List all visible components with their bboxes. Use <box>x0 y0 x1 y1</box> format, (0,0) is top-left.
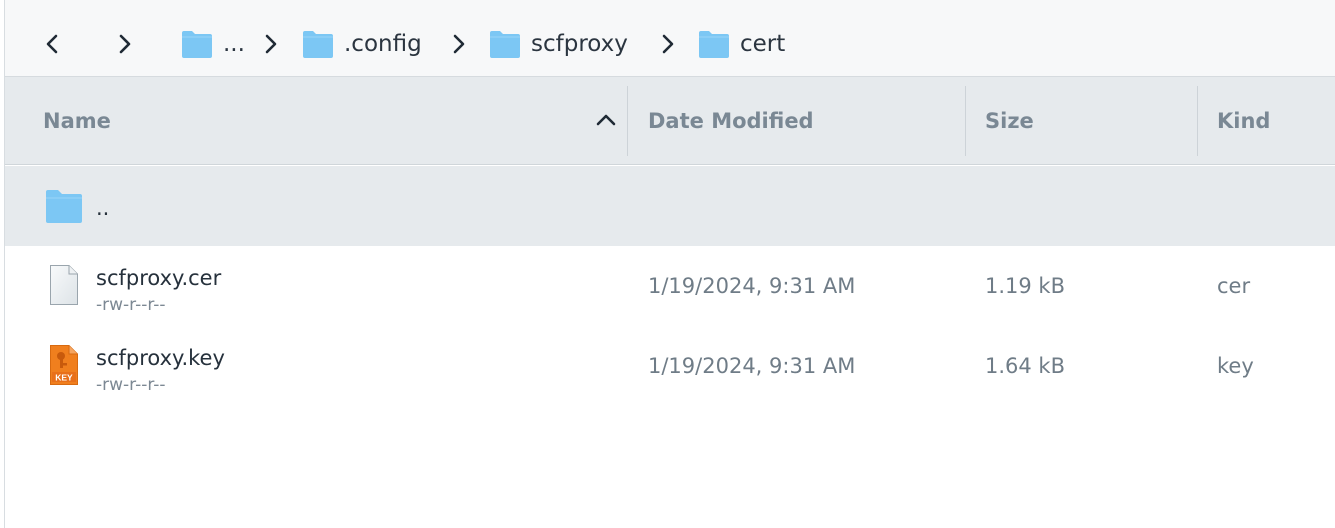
chevron-right-icon <box>662 34 674 54</box>
file-date-modified: 1/19/2024, 9:31 AM <box>648 274 856 298</box>
file-name: .. <box>96 196 110 220</box>
breadcrumb-item-config[interactable]: .config <box>302 26 422 62</box>
folder-icon <box>303 31 333 58</box>
file-name: scfproxy.cer <box>96 266 222 290</box>
column-header: Name Date Modified Size Kind <box>5 77 1335 165</box>
back-button[interactable] <box>34 26 70 62</box>
column-header-label: Date Modified <box>648 109 814 133</box>
folder-icon <box>182 31 212 58</box>
column-header-date-modified[interactable]: Date Modified <box>648 77 958 165</box>
file-kind: key <box>1217 354 1254 378</box>
file-size: 1.64 kB <box>985 354 1066 378</box>
breadcrumb-label: ... <box>223 31 245 57</box>
list-item-parent-directory[interactable]: .. <box>5 166 1335 246</box>
breadcrumb-item-cert[interactable]: cert <box>698 26 785 62</box>
chevron-right-icon <box>265 34 277 54</box>
file-date-modified: 1/19/2024, 9:31 AM <box>648 354 856 378</box>
column-header-label: Kind <box>1217 109 1271 133</box>
file-permissions: -rw-r--r-- <box>96 295 166 315</box>
column-divider[interactable] <box>627 86 628 156</box>
file-permissions: -rw-r--r-- <box>96 375 166 395</box>
folder-icon <box>699 31 729 58</box>
column-header-kind[interactable]: Kind <box>1217 77 1332 165</box>
file-kind: cer <box>1217 274 1251 298</box>
file-name: scfproxy.key <box>96 346 225 370</box>
chevron-left-icon <box>46 34 58 54</box>
folder-icon <box>490 31 520 58</box>
folder-icon <box>46 190 82 223</box>
column-divider[interactable] <box>965 86 966 156</box>
breadcrumb-item-ellipsis[interactable]: ... <box>181 26 245 62</box>
chevron-right-icon <box>453 34 465 54</box>
file-browser-window: ... .config scfproxy cert Name Date Modi… <box>0 0 1335 528</box>
breadcrumb-label: scfproxy <box>531 31 628 57</box>
column-header-size[interactable]: Size <box>985 77 1185 165</box>
key-file-icon: KEY <box>50 345 78 385</box>
key-file-badge: KEY <box>55 373 73 383</box>
column-divider[interactable] <box>1197 86 1198 156</box>
column-header-label: Size <box>985 109 1034 133</box>
chevron-right-icon <box>119 34 131 54</box>
breadcrumb-label: cert <box>740 31 786 57</box>
breadcrumb-toolbar: ... .config scfproxy cert <box>5 0 1335 77</box>
list-item-scfproxy-cer[interactable]: scfproxy.cer -rw-r--r-- 1/19/2024, 9:31 … <box>5 246 1335 326</box>
column-header-name[interactable]: Name <box>43 77 623 165</box>
column-header-label: Name <box>43 109 111 133</box>
list-item-scfproxy-key[interactable]: KEY scfproxy.key -rw-r--r-- 1/19/2024, 9… <box>5 326 1335 406</box>
forward-button[interactable] <box>107 26 143 62</box>
breadcrumb-item-scfproxy[interactable]: scfproxy <box>489 26 628 62</box>
chevron-up-icon[interactable] <box>595 110 617 130</box>
breadcrumb-label: .config <box>344 31 422 57</box>
file-size: 1.19 kB <box>985 274 1066 298</box>
certificate-file-icon <box>50 265 78 305</box>
